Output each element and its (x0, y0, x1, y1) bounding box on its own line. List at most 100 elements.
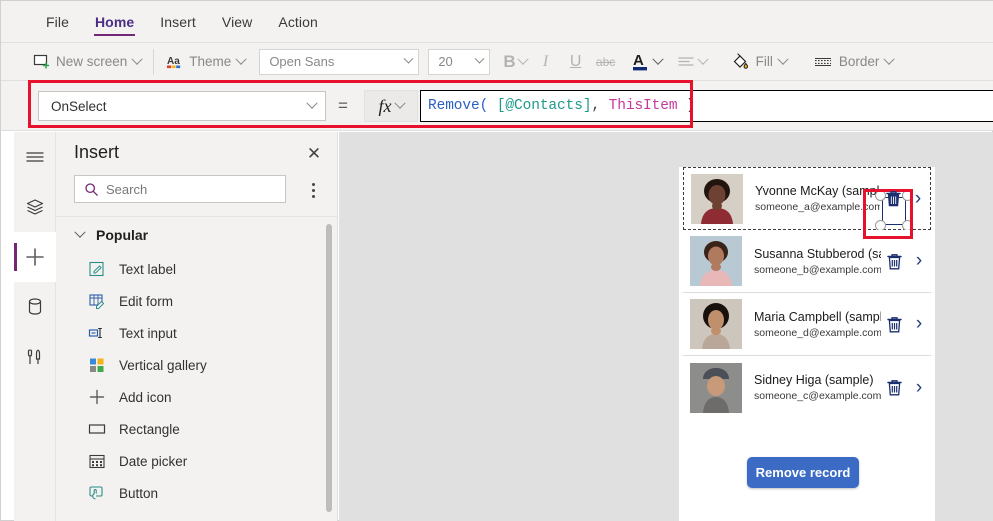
formula-token-comma: , (591, 98, 609, 114)
border-label: Border (838, 54, 880, 69)
vertical-gallery[interactable]: Yvonne McKay (sample) someone_a@example.… (683, 167, 931, 419)
insert-item-label: Add icon (119, 389, 172, 405)
equals-sign: = (338, 96, 348, 115)
more-options-kebab-icon[interactable] (303, 178, 323, 202)
new-screen-button[interactable]: New screen (25, 48, 149, 76)
menu-item-view[interactable]: View (209, 1, 266, 43)
theme-button[interactable]: Aa Theme (158, 48, 253, 76)
insert-item-label: Date picker (119, 453, 188, 469)
property-value: OnSelect (51, 98, 107, 114)
theme-label: Theme (189, 54, 232, 69)
delete-trash-button[interactable] (881, 315, 907, 334)
media-tools-button[interactable] (14, 332, 56, 382)
fx-label: fx (378, 95, 392, 116)
panel-title: Insert (74, 142, 120, 162)
bold-button[interactable]: B (499, 48, 530, 76)
contact-name: Maria Campbell (sample) (754, 309, 881, 324)
insert-panel-body: Popular Text label Edit form Text input … (56, 216, 337, 521)
remove-record-button[interactable]: Remove record (747, 457, 859, 488)
gallery-item[interactable]: Yvonne McKay (sample) someone_a@example.… (683, 167, 931, 231)
insert-item-text-label[interactable]: Text label (56, 253, 337, 285)
chevron-down-icon (393, 97, 406, 109)
italic-button[interactable]: I (531, 48, 561, 76)
insert-item-label: Vertical gallery (119, 357, 207, 373)
delete-trash-button[interactable] (881, 378, 907, 397)
font-name-value: Open Sans (269, 54, 335, 69)
formula-token-thisitem: ThisItem (608, 98, 678, 114)
data-panel-button[interactable] (14, 282, 56, 332)
underline-button[interactable]: U (561, 48, 591, 76)
search-icon (84, 182, 99, 197)
insert-item-label: Text label (119, 261, 177, 277)
align-text-icon (677, 55, 696, 69)
delete-trash-button[interactable] (875, 189, 913, 231)
fill-label: Fill (755, 54, 773, 69)
property-select[interactable]: OnSelect (38, 91, 326, 121)
delete-trash-button[interactable] (881, 252, 907, 271)
insert-item-date-picker[interactable]: Date picker (56, 445, 337, 477)
font-color-button[interactable]: A (627, 51, 666, 73)
border-button[interactable]: Border (805, 48, 902, 76)
close-icon[interactable]: ✕ (304, 143, 324, 163)
insert-item-button[interactable]: Button (56, 477, 337, 509)
toolbar-divider (153, 48, 155, 75)
formula-input[interactable]: Remove( [@Contacts] , ThisItem ) (420, 90, 993, 122)
avatar (690, 299, 742, 349)
contact-name: Sidney Higa (sample) (754, 373, 874, 387)
svg-text:Aa: Aa (167, 56, 180, 67)
rectangle-icon (88, 420, 106, 438)
insert-item-add-icon[interactable]: Add icon (56, 381, 337, 413)
font-name-select[interactable]: Open Sans (259, 48, 420, 75)
gallery-item[interactable]: Susanna Stubberod (sample) someone_b@exa… (683, 230, 931, 293)
insert-item-edit-form[interactable]: Edit form (56, 285, 337, 317)
search-input[interactable]: Search (74, 175, 286, 203)
chevron-right-icon[interactable]: › (907, 313, 931, 335)
chevron-down-icon (883, 53, 896, 65)
insert-plus-icon (24, 246, 46, 268)
fx-button[interactable]: fx (364, 90, 418, 122)
paint-bucket-icon (731, 52, 750, 71)
insert-panel-button[interactable] (14, 232, 56, 282)
fill-button[interactable]: Fill (723, 48, 795, 76)
contact-text: Yvonne McKay (sample) someone_a@example.… (755, 184, 880, 213)
font-color-icon: A (631, 51, 651, 73)
border-icon (813, 55, 833, 69)
menu-item-action[interactable]: Action (265, 1, 331, 43)
contact-text: Susanna Stubberod (sample) someone_b@exa… (754, 247, 881, 276)
vertical-gallery-icon (88, 356, 106, 374)
chevron-down-icon (474, 53, 485, 64)
insert-item-rectangle[interactable]: Rectangle (56, 413, 337, 445)
hamburger-menu-button[interactable] (14, 132, 56, 182)
tree-view-button[interactable] (14, 182, 56, 232)
font-size-select[interactable]: 20 (428, 48, 491, 75)
contact-email: someone_a@example.com (755, 201, 880, 213)
strikethrough-button[interactable]: abc (591, 48, 621, 76)
contact-email: someone_d@example.com (754, 326, 881, 339)
menu-item-insert[interactable]: Insert (147, 1, 209, 43)
group-popular-header[interactable]: Popular (56, 217, 337, 253)
menu-item-home[interactable]: Home (82, 1, 147, 43)
search-placeholder: Search (106, 181, 148, 197)
chevron-down-icon (516, 53, 529, 65)
formula-token-function: Remove( (428, 98, 489, 114)
text-input-icon (88, 324, 106, 342)
new-screen-icon (33, 53, 50, 70)
tree-view-layers-icon (25, 198, 45, 216)
menu-item-file[interactable]: File (33, 1, 82, 43)
resize-handle-top-right[interactable] (902, 190, 913, 201)
insert-item-vertical-gallery[interactable]: Vertical gallery (56, 349, 337, 381)
media-tools-icon (26, 347, 44, 367)
add-plus-icon (88, 388, 106, 406)
gallery-item[interactable]: Sidney Higa (sample) someone_c@example.c… (683, 356, 931, 419)
align-button[interactable] (674, 53, 711, 69)
panel-scrollbar[interactable] (326, 224, 332, 512)
gallery-item[interactable]: Maria Campbell (sample) someone_d@exampl… (683, 293, 931, 356)
hamburger-menu-icon (25, 150, 45, 164)
chevron-right-icon[interactable]: › (907, 377, 931, 399)
home-ribbon-toolbar: New screen Aa Theme Open Sans 20 B I U a… (1, 43, 993, 81)
insert-item-text-input[interactable]: Text input (56, 317, 337, 349)
powerapps-studio-window: File Home Insert View Action New screen … (0, 0, 993, 521)
chevron-right-icon[interactable]: › (907, 250, 931, 272)
chevron-down-icon (74, 226, 86, 238)
svg-text:A: A (633, 52, 644, 69)
